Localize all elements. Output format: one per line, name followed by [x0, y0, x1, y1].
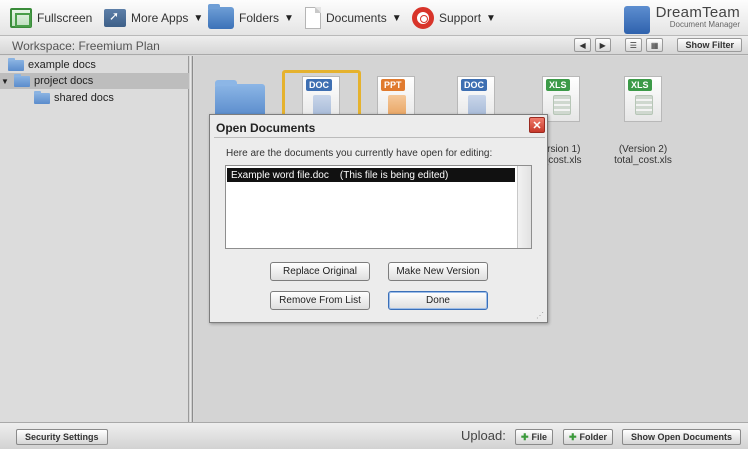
more-apps-icon	[104, 9, 126, 27]
xls-file-icon: XLS	[624, 76, 662, 122]
fullscreen-button[interactable]: Fullscreen	[10, 6, 92, 30]
folder-tree: example docs ▼ project docs shared docs	[0, 56, 189, 422]
chevron-down-icon: ▼	[284, 12, 294, 24]
resize-grip-icon[interactable]: ⋰	[536, 311, 544, 320]
more-apps-button[interactable]: More Apps ▼	[104, 6, 203, 30]
tree-item-shared-docs[interactable]: shared docs	[34, 90, 114, 106]
fullscreen-icon	[10, 8, 32, 28]
replace-original-button[interactable]: Replace Original	[270, 262, 370, 281]
upload-file-label: File	[531, 432, 548, 442]
chevron-down-icon: ▼	[486, 12, 496, 24]
documents-menu-button[interactable]: Documents ▼	[305, 6, 402, 30]
prev-button[interactable]: ◀	[574, 38, 591, 52]
more-apps-label: More Apps	[131, 11, 189, 25]
chevron-down-icon: ▼	[193, 12, 204, 24]
make-new-version-button[interactable]: Make New Version	[388, 262, 488, 281]
grid-view-button[interactable]: ▦	[645, 38, 664, 52]
dialog-message: Here are the documents you currently hav…	[226, 148, 493, 159]
security-settings-button[interactable]: Security Settings	[16, 429, 108, 445]
folder-icon	[8, 57, 24, 71]
folders-label: Folders	[239, 11, 280, 25]
open-documents-dialog: Open Documents ✕ Here are the documents …	[209, 114, 548, 323]
brand-icon	[623, 6, 650, 34]
dialog-title: Open Documents	[216, 121, 316, 135]
folder-open-icon	[14, 73, 30, 87]
next-button[interactable]: ▶	[594, 38, 611, 52]
plus-icon: ✚	[521, 431, 529, 442]
list-item[interactable]: Example word file.doc (This file is bein…	[227, 168, 515, 182]
upload-folder-label: Folder	[579, 432, 608, 442]
workspace-label: Workspace: Freemium Plan	[12, 39, 160, 53]
chevron-down-icon: ▼	[391, 12, 402, 24]
list-scrollbar[interactable]	[517, 166, 531, 248]
workspace-bar: Workspace: Freemium Plan ◀ ▶ ☰ ▦ Show Fi…	[0, 36, 748, 55]
document-icon	[305, 7, 321, 29]
tree-item-label: shared docs	[54, 92, 114, 104]
dialog-divider	[214, 137, 545, 138]
remove-from-list-button[interactable]: Remove From List	[270, 291, 370, 310]
tree-item-project-docs[interactable]: ▼ project docs	[0, 73, 189, 89]
file-label: total_cost.xls	[614, 155, 672, 166]
fullscreen-label: Fullscreen	[37, 11, 93, 25]
brand-subtitle: Document Manager	[669, 20, 740, 29]
upload-label: Upload:	[461, 428, 506, 443]
show-open-documents-button[interactable]: Show Open Documents	[622, 429, 742, 445]
file-label: (Version 2)	[618, 144, 668, 155]
tree-item-label: project docs	[34, 75, 94, 87]
folder-icon	[34, 90, 50, 104]
open-documents-list[interactable]: Example word file.doc (This file is bein…	[225, 165, 532, 249]
bottom-bar: Security Settings Upload: ✚ File ✚ Folde…	[0, 422, 748, 449]
support-menu-button[interactable]: Support ▼	[412, 6, 496, 30]
done-button[interactable]: Done	[388, 291, 488, 310]
tree-item-example-docs[interactable]: example docs	[8, 57, 96, 73]
upload-folder-button[interactable]: ✚ Folder	[563, 429, 614, 445]
brand-logo: DreamTeam Document Manager	[623, 4, 740, 34]
upload-file-button[interactable]: ✚ File	[515, 429, 554, 445]
support-label: Support	[439, 11, 482, 25]
show-filter-button[interactable]: Show Filter	[677, 38, 742, 52]
documents-label: Documents	[326, 11, 387, 25]
list-view-button[interactable]: ☰	[624, 38, 642, 52]
expand-triangle-icon[interactable]: ▼	[0, 77, 10, 86]
top-toolbar: Fullscreen More Apps ▼ Folders ▼ Documen…	[0, 0, 748, 36]
tree-item-label: example docs	[28, 59, 96, 71]
brand-title: DreamTeam	[655, 4, 740, 21]
sidebar-splitter[interactable]	[189, 56, 193, 422]
lifebuoy-icon	[412, 7, 434, 29]
close-icon[interactable]: ✕	[529, 117, 545, 133]
file-item-xls-v2[interactable]: XLS (Version 2) total_cost.xls	[608, 76, 678, 166]
folders-menu-button[interactable]: Folders ▼	[208, 4, 294, 30]
folder-icon	[208, 4, 234, 29]
plus-icon: ✚	[569, 431, 577, 442]
